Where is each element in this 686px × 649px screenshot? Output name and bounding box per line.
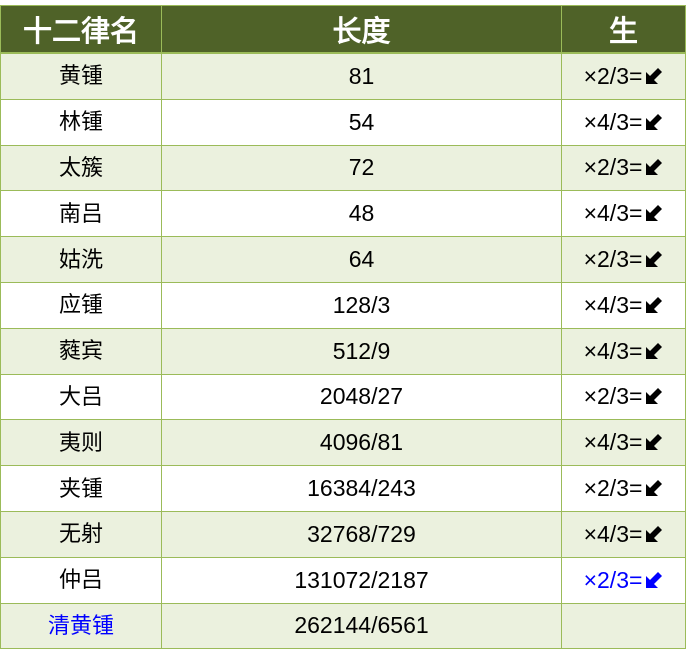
length-cell: 128/3 bbox=[161, 281, 562, 329]
lu-name-cell: 仲吕 bbox=[0, 556, 162, 604]
generation-operation: ×4/3= bbox=[583, 291, 643, 318]
south-west-arrow-icon bbox=[643, 250, 663, 268]
length-cell: 512/9 bbox=[161, 327, 562, 375]
length-cell: 131072/2187 bbox=[161, 556, 562, 604]
length-cell: 48 bbox=[161, 190, 562, 238]
lu-name-cell: 无射 bbox=[0, 510, 162, 558]
table-row: 应锺 128/3 ×4/3= bbox=[0, 281, 686, 329]
table-row: 蕤宾 512/9 ×4/3= bbox=[0, 327, 686, 375]
table-row: 太簇 72 ×2/3= bbox=[0, 144, 686, 192]
generation-cell: ×2/3= bbox=[561, 556, 686, 604]
generation-operation: ×2/3= bbox=[583, 62, 643, 89]
length-cell: 32768/729 bbox=[161, 510, 562, 558]
generation-operation: ×4/3= bbox=[583, 337, 643, 364]
generation-cell: ×2/3= bbox=[561, 465, 686, 512]
lu-name-cell: 南吕 bbox=[0, 190, 162, 238]
header-generation: 生 bbox=[561, 5, 686, 54]
south-west-arrow-icon bbox=[643, 113, 663, 131]
table-row: 无射 32768/729 ×4/3= bbox=[0, 510, 686, 558]
lu-name-cell: 清黄锺 bbox=[0, 602, 162, 649]
south-west-arrow-icon bbox=[643, 479, 663, 497]
table-row: 清黄锺 262144/6561 bbox=[0, 602, 686, 649]
generation-cell: ×2/3= bbox=[561, 52, 686, 100]
table-row: 大吕 2048/27 ×2/3= bbox=[0, 373, 686, 421]
south-west-arrow-icon bbox=[643, 342, 663, 360]
length-cell: 2048/27 bbox=[161, 373, 562, 421]
south-west-arrow-icon bbox=[643, 158, 663, 176]
lu-name-cell: 姑洗 bbox=[0, 236, 162, 283]
south-west-arrow-icon bbox=[643, 433, 663, 451]
lu-name-cell: 夷则 bbox=[0, 419, 162, 467]
generation-cell: ×4/3= bbox=[561, 98, 686, 146]
table-row: 黄锺 81 ×2/3= bbox=[0, 52, 686, 100]
generation-cell bbox=[561, 602, 686, 649]
length-cell: 81 bbox=[161, 52, 562, 100]
table-row: 姑洗 64 ×2/3= bbox=[0, 236, 686, 283]
lu-name-cell: 蕤宾 bbox=[0, 327, 162, 375]
header-length: 长度 bbox=[161, 5, 562, 54]
lu-name-cell: 应锺 bbox=[0, 281, 162, 329]
generation-cell: ×4/3= bbox=[561, 510, 686, 558]
generation-cell: ×4/3= bbox=[561, 281, 686, 329]
south-west-arrow-icon bbox=[643, 525, 663, 543]
length-cell: 54 bbox=[161, 98, 562, 146]
length-cell: 16384/243 bbox=[161, 465, 562, 512]
generation-operation: ×2/3= bbox=[583, 566, 643, 593]
table-row: 夹锺 16384/243 ×2/3= bbox=[0, 465, 686, 512]
header-lu-name: 十二律名 bbox=[0, 5, 162, 54]
header-row: 十二律名 长度 生 bbox=[0, 5, 686, 54]
generation-operation: ×4/3= bbox=[583, 200, 643, 227]
lu-name-cell: 林锺 bbox=[0, 98, 162, 146]
generation-cell: ×2/3= bbox=[561, 373, 686, 421]
twelve-lu-table: 十二律名 长度 生 黄锺 81 ×2/3= 林锺 54 ×4/3= 太簇 72 … bbox=[0, 5, 686, 649]
table-row: 仲吕 131072/2187 ×2/3= bbox=[0, 556, 686, 604]
length-cell: 72 bbox=[161, 144, 562, 192]
generation-operation: ×2/3= bbox=[583, 154, 643, 181]
generation-cell: ×4/3= bbox=[561, 419, 686, 467]
south-west-arrow-icon bbox=[643, 387, 663, 405]
generation-operation: ×4/3= bbox=[583, 429, 643, 456]
south-west-arrow-icon bbox=[643, 296, 663, 314]
length-cell: 4096/81 bbox=[161, 419, 562, 467]
lu-name-cell: 太簇 bbox=[0, 144, 162, 192]
generation-operation: ×4/3= bbox=[583, 108, 643, 135]
generation-operation: ×2/3= bbox=[583, 383, 643, 410]
table-row: 南吕 48 ×4/3= bbox=[0, 190, 686, 238]
generation-cell: ×2/3= bbox=[561, 144, 686, 192]
south-west-arrow-icon bbox=[643, 571, 663, 589]
length-cell: 64 bbox=[161, 236, 562, 283]
generation-cell: ×4/3= bbox=[561, 190, 686, 238]
table-row: 夷则 4096/81 ×4/3= bbox=[0, 419, 686, 467]
generation-operation: ×2/3= bbox=[583, 246, 643, 273]
generation-cell: ×2/3= bbox=[561, 236, 686, 283]
generation-operation: ×2/3= bbox=[583, 475, 643, 502]
lu-name-cell: 大吕 bbox=[0, 373, 162, 421]
south-west-arrow-icon bbox=[643, 67, 663, 85]
south-west-arrow-icon bbox=[643, 204, 663, 222]
length-cell: 262144/6561 bbox=[161, 602, 562, 649]
lu-name-cell: 夹锺 bbox=[0, 465, 162, 512]
generation-cell: ×4/3= bbox=[561, 327, 686, 375]
lu-name-cell: 黄锺 bbox=[0, 52, 162, 100]
generation-operation: ×4/3= bbox=[583, 520, 643, 547]
table-row: 林锺 54 ×4/3= bbox=[0, 98, 686, 146]
